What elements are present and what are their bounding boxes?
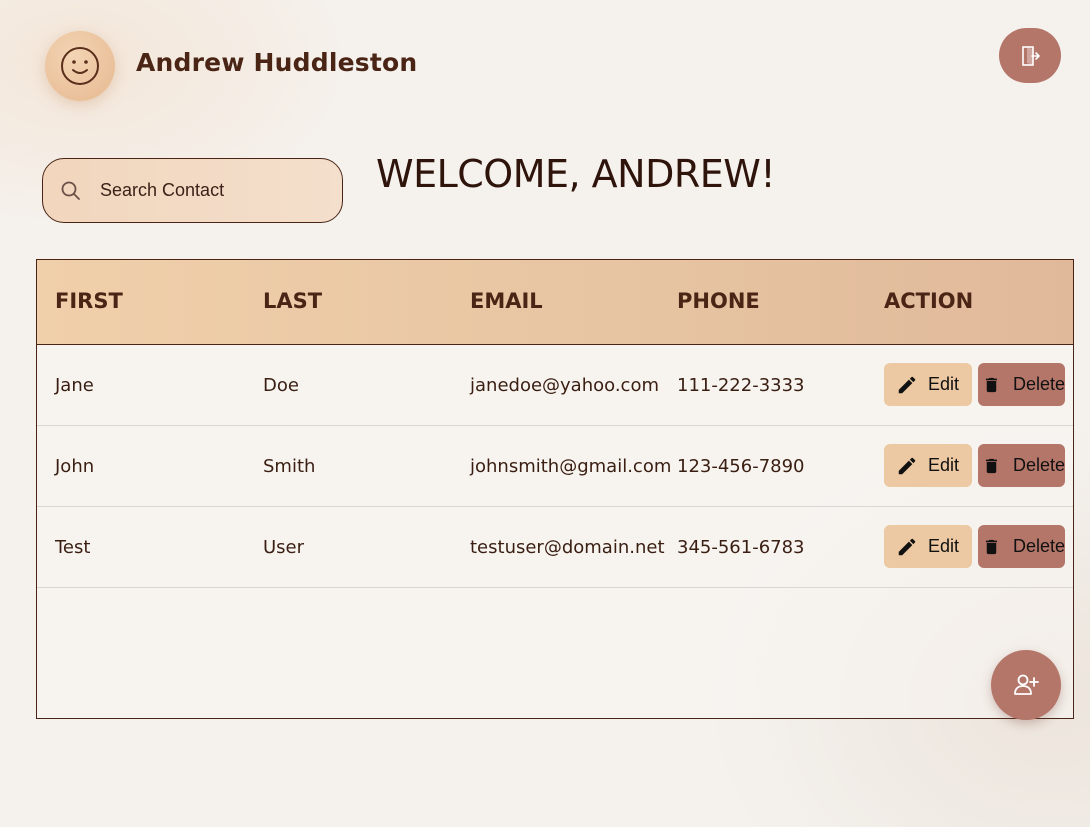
table-row: John Smith johnsmith@gmail.com 123-456-7… — [37, 426, 1073, 507]
logout-button[interactable] — [999, 28, 1061, 83]
pencil-icon — [898, 457, 916, 474]
edit-label: Edit — [928, 536, 960, 556]
column-header-email: EMAIL — [470, 289, 543, 313]
cell-first: John — [55, 456, 95, 477]
search-box[interactable] — [42, 158, 343, 223]
delete-label: Delete — [1012, 455, 1065, 475]
welcome-heading: WELCOME, ANDREW! — [376, 152, 776, 196]
search-input[interactable] — [98, 179, 322, 202]
trash-icon — [985, 539, 998, 554]
pencil-icon — [898, 538, 916, 555]
delete-label: Delete — [1012, 374, 1065, 394]
search-icon — [60, 180, 82, 202]
cell-email: janedoe@yahoo.com — [470, 375, 659, 396]
table-header: FIRST LAST EMAIL PHONE ACTION — [37, 260, 1073, 345]
cell-last: User — [263, 537, 305, 558]
edit-label: Edit — [928, 455, 960, 475]
column-header-first: FIRST — [55, 289, 123, 313]
smiley-face-icon — [61, 47, 99, 85]
delete-button[interactable]: Delete — [978, 363, 1065, 406]
cell-phone: 111-222-3333 — [677, 375, 805, 396]
trash-icon — [985, 377, 998, 392]
user-name: Andrew Huddleston — [136, 48, 418, 77]
logout-door-icon — [1022, 45, 1040, 66]
avatar — [45, 31, 115, 101]
cell-last: Smith — [263, 456, 316, 477]
column-header-last: LAST — [263, 289, 323, 313]
delete-button[interactable]: Delete — [978, 525, 1065, 568]
cell-phone: 123-456-7890 — [677, 456, 805, 477]
delete-label: Delete — [1012, 536, 1065, 556]
trash-icon — [985, 458, 998, 473]
cell-first: Jane — [55, 375, 94, 396]
cell-first: Test — [55, 537, 91, 558]
cell-email: johnsmith@gmail.com — [470, 456, 672, 477]
add-person-icon — [1014, 674, 1039, 695]
cell-last: Doe — [263, 375, 299, 396]
cell-email: testuser@domain.net — [470, 537, 665, 558]
column-header-phone: PHONE — [677, 289, 760, 313]
edit-button[interactable]: Edit — [884, 444, 972, 487]
contacts-table: FIRST LAST EMAIL PHONE ACTION Jane Doe j… — [36, 259, 1074, 719]
delete-button[interactable]: Delete — [978, 444, 1065, 487]
pencil-icon — [898, 376, 916, 393]
table-row: Jane Doe janedoe@yahoo.com 111-222-3333 … — [37, 345, 1073, 426]
edit-button[interactable]: Edit — [884, 525, 972, 568]
cell-phone: 345-561-6783 — [677, 537, 805, 558]
edit-label: Edit — [928, 374, 960, 394]
add-contact-button[interactable] — [991, 650, 1061, 720]
column-header-action: ACTION — [884, 289, 974, 313]
table-row: Test User testuser@domain.net 345-561-67… — [37, 507, 1073, 588]
edit-button[interactable]: Edit — [884, 363, 972, 406]
